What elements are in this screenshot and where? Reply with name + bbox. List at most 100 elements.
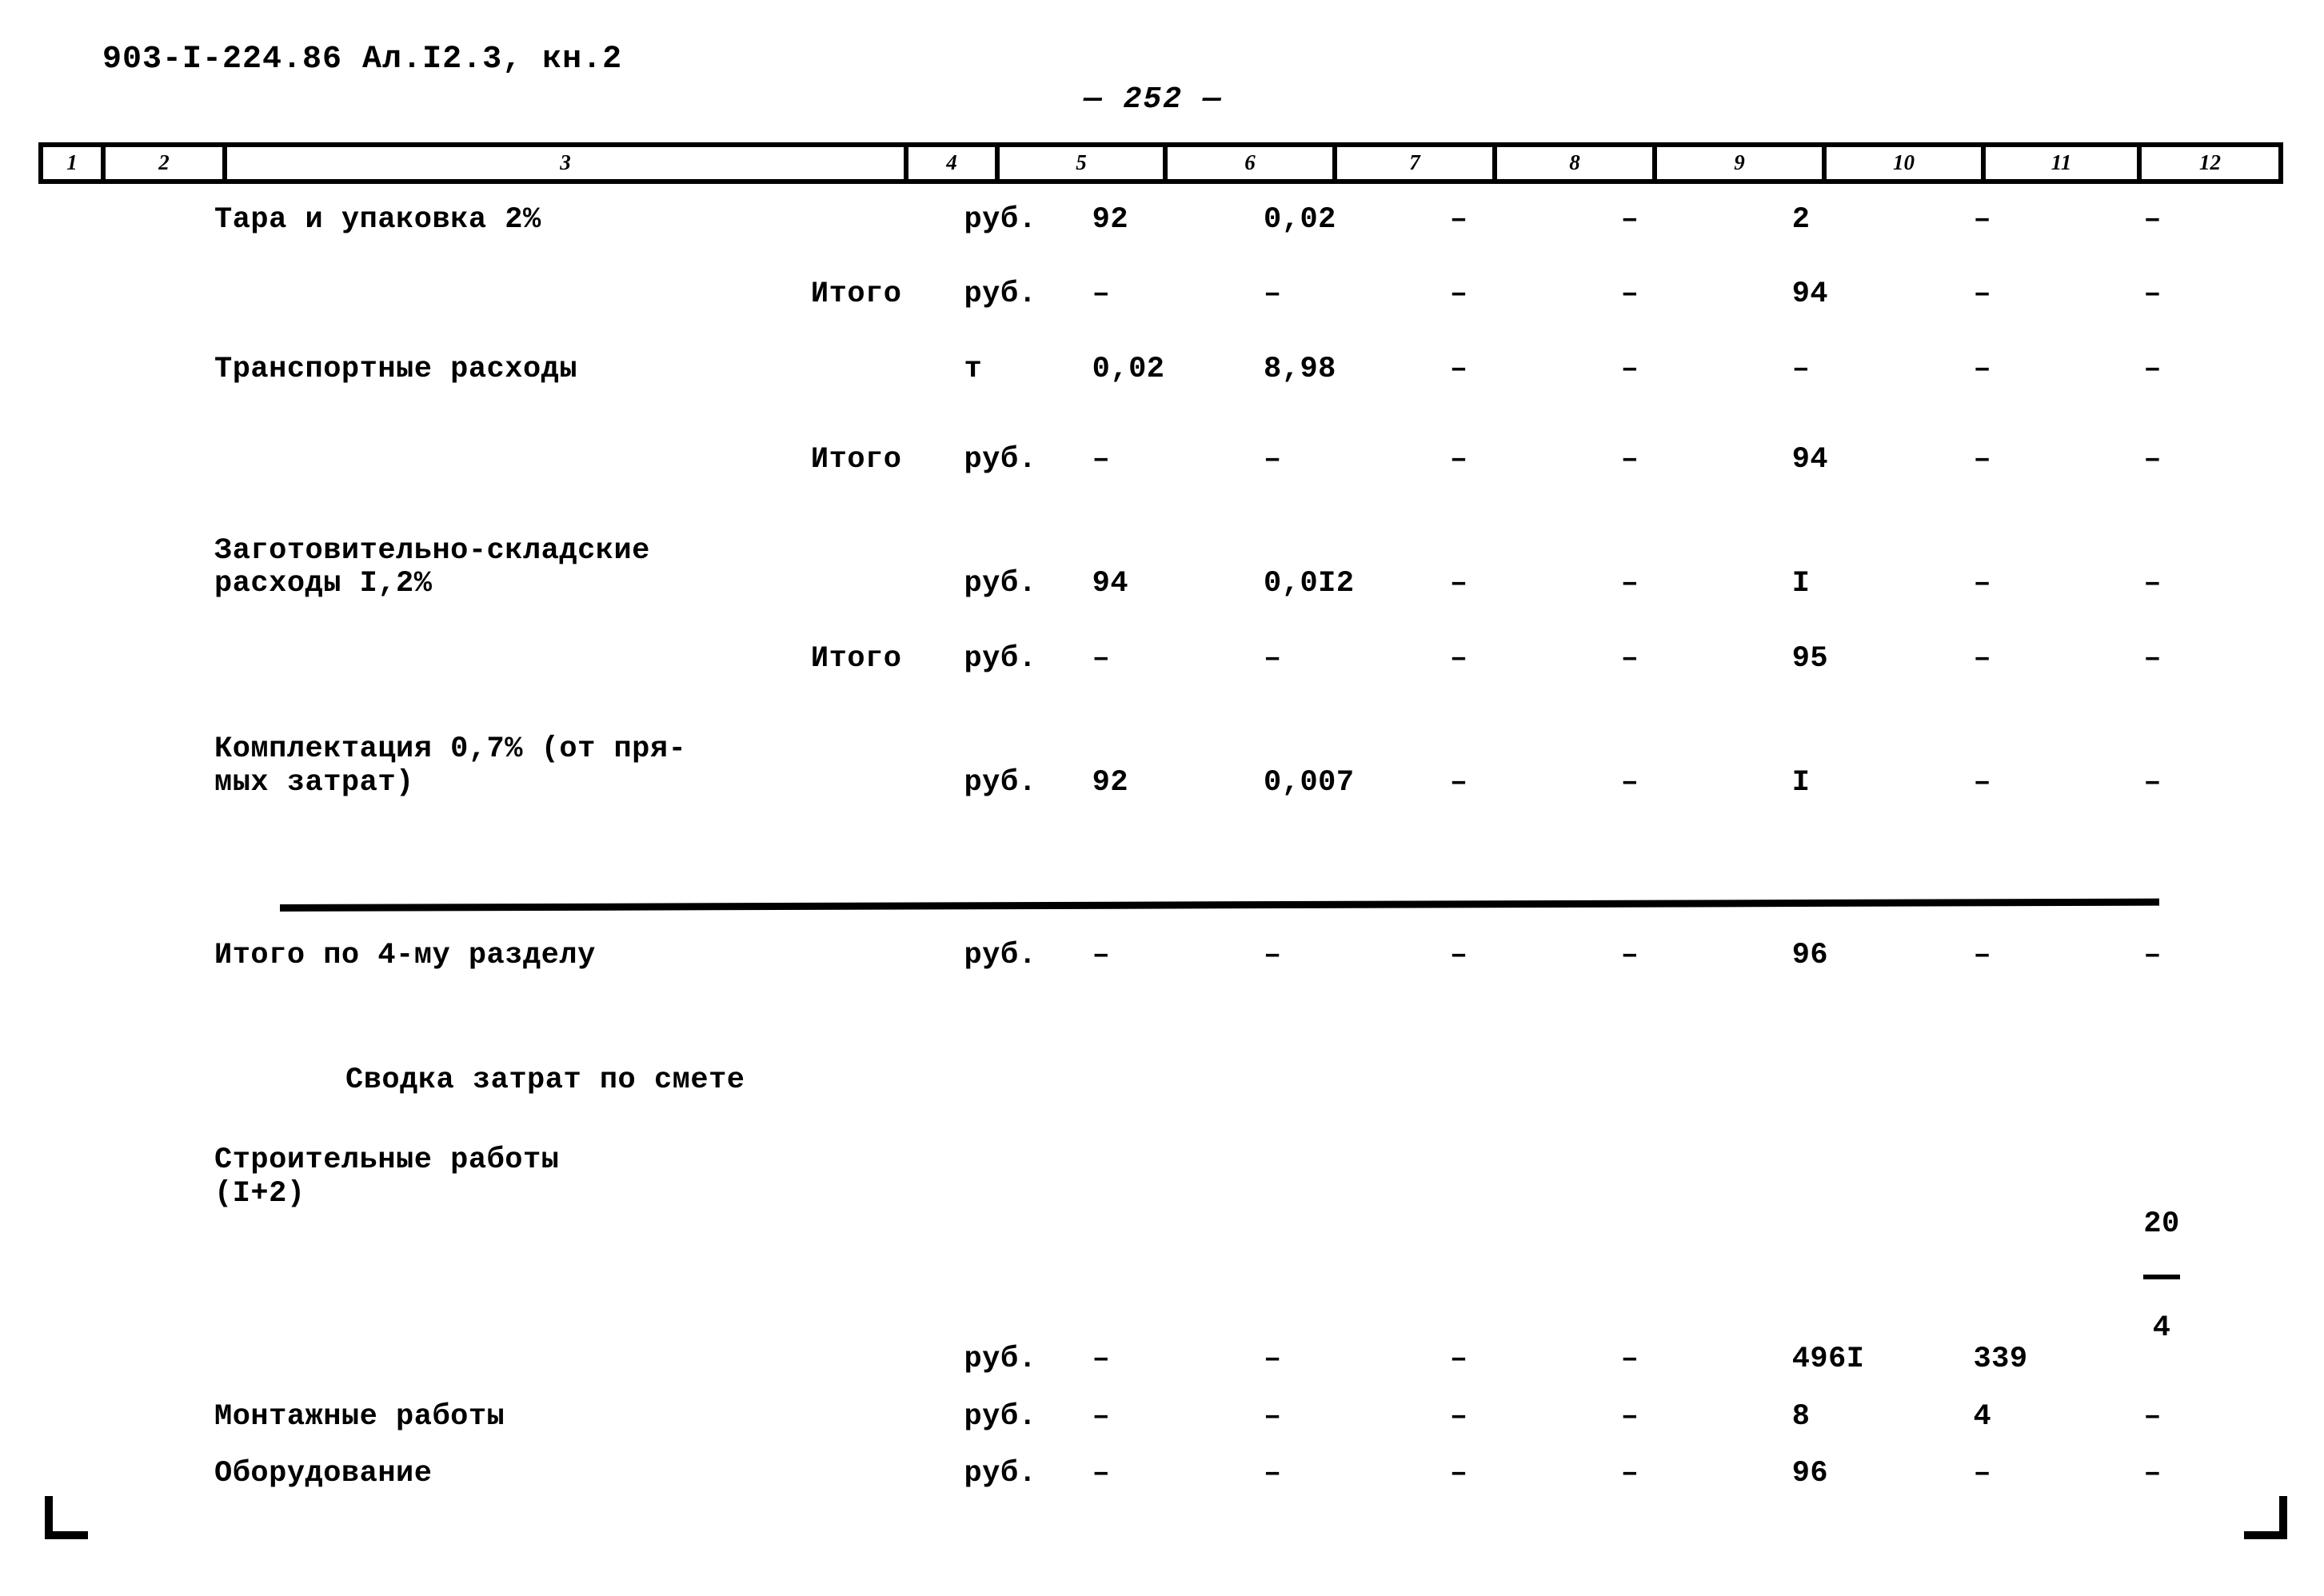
summary-row-col11: – xyxy=(2143,1399,2162,1434)
row-value-col5: 94 xyxy=(1092,567,1129,601)
row-value-col6: 0,007 xyxy=(1264,765,1355,800)
row-label: Итого xyxy=(810,277,902,312)
row-value-col9: 95 xyxy=(1791,641,1829,676)
table-row: Итого по 4-му разделу руб. – – – – 96 – … xyxy=(38,939,2283,972)
table-row: Комплектация 0,7% (от пря- мых затрат) р… xyxy=(38,676,2283,800)
row-value-col10: – xyxy=(1973,352,1992,386)
row-value-col5: 92 xyxy=(1092,203,1129,237)
row-value-col8: – xyxy=(1620,203,1639,237)
summary-row-col6: – xyxy=(1264,1399,1282,1434)
table-row: Заготовительно-складские расходы I,2% ру… xyxy=(38,477,2283,601)
column-header-2: 2 xyxy=(106,147,227,179)
column-header-11: 11 xyxy=(1986,147,2142,179)
row-value-col9: I xyxy=(1791,567,1811,601)
column-number-ruler: 1 2 3 4 5 6 7 8 9 10 11 12 xyxy=(38,142,2283,184)
column-header-12: 12 xyxy=(2199,150,2221,174)
row-label: Транспортные расходы xyxy=(214,352,578,386)
row-value-col10: – xyxy=(1973,443,1992,477)
section-total-label: Итого по 4-му разделу xyxy=(214,939,596,972)
table-row: Транспортные расходы т 0,02 8,98 – – – –… xyxy=(38,312,2283,386)
row-value-col9: – xyxy=(1791,352,1811,386)
row-value-col11: – xyxy=(2143,352,2162,386)
column-header-10: 10 xyxy=(1827,147,1986,179)
section-total-col11: – xyxy=(2143,939,2162,972)
table-row: Итого руб. – – – – 94 – – xyxy=(38,237,2283,312)
summary-row-col6: – xyxy=(1264,1343,1282,1377)
section-total-unit: руб. xyxy=(964,939,1037,972)
summary-row-col9: 8 xyxy=(1791,1399,1811,1434)
section-total-col8: – xyxy=(1620,939,1639,972)
row-value-col5: – xyxy=(1092,443,1111,477)
row-value-col8: – xyxy=(1620,352,1639,386)
section-total-col7: – xyxy=(1449,939,1468,972)
summary-row-col9: 96 xyxy=(1791,1456,1829,1490)
summary-row-col10: 4 xyxy=(1973,1399,1992,1434)
row-value-col10: – xyxy=(1973,765,1992,800)
summary-row-label: Монтажные работы xyxy=(214,1399,505,1434)
summary-row-label: Строительные работы (I+2) xyxy=(214,1143,560,1211)
crop-mark-bottom-right xyxy=(2244,1496,2287,1539)
fraction-value: 20 4 xyxy=(2143,1178,2180,1375)
table-row: Итого руб. – – – – 95 – – xyxy=(38,601,2283,676)
row-value-col6: 0,0I2 xyxy=(1264,567,1355,601)
row-unit: т xyxy=(964,352,983,386)
row-unit: руб. xyxy=(964,765,1037,800)
section-total-col10: – xyxy=(1973,939,1992,972)
table-row: Итого руб. – – – – 94 – – xyxy=(38,386,2283,477)
page-number: — 252 — xyxy=(1084,82,1223,117)
column-header-7: 7 xyxy=(1337,147,1497,179)
row-value-col6: 8,98 xyxy=(1264,352,1336,386)
row-value-col6: – xyxy=(1264,443,1282,477)
summary-row-col11: – xyxy=(2143,1456,2162,1490)
row-value-col7: – xyxy=(1449,352,1468,386)
row-value-col5: – xyxy=(1092,641,1111,676)
spacer-row xyxy=(38,972,2283,1144)
row-value-col7: – xyxy=(1449,203,1468,237)
table-row: Тара и упаковка 2% руб. 92 0,02 – – 2 – … xyxy=(38,203,2283,237)
row-value-col10: – xyxy=(1973,641,1992,676)
summary-row-col9: 496I xyxy=(1791,1343,1865,1377)
row-value-col8: – xyxy=(1620,443,1639,477)
row-value-col11: – xyxy=(2143,765,2162,800)
table-row: Монтажные работы руб. – – – – 8 4 – xyxy=(38,1377,2283,1434)
column-header-3: 3 xyxy=(227,147,908,179)
summary-row-col11: 20 4 xyxy=(2116,1144,2283,1376)
row-value-col7: – xyxy=(1449,641,1468,676)
row-value-col10: – xyxy=(1973,567,1992,601)
column-header-4: 4 xyxy=(908,147,1000,179)
row-label: Комплектация 0,7% (от пря- мых затрат) xyxy=(214,732,687,800)
row-value-col5: 0,02 xyxy=(1092,352,1165,386)
column-header-5: 5 xyxy=(1000,147,1168,179)
row-value-col6: 0,02 xyxy=(1264,203,1336,237)
row-value-col11: – xyxy=(2143,203,2162,237)
table-row: Строительные работы (I+2) руб. – – – – 4… xyxy=(38,1144,2283,1376)
row-label: Итого xyxy=(810,443,902,477)
summary-row-col8: – xyxy=(1620,1399,1639,1434)
summary-row-col7: – xyxy=(1449,1456,1468,1490)
row-label: Тара и упаковка 2% xyxy=(214,203,541,237)
fraction-denominator: 4 xyxy=(2152,1311,2171,1346)
summary-row-col7: – xyxy=(1449,1399,1468,1434)
row-value-col7: – xyxy=(1449,443,1468,477)
row-value-col10: – xyxy=(1973,277,1992,312)
row-value-col5: 92 xyxy=(1092,765,1129,800)
column-header-8: 8 xyxy=(1497,147,1657,179)
summary-row-label: Оборудование xyxy=(214,1456,433,1490)
summary-row-col5: – xyxy=(1092,1343,1111,1377)
row-label: Заготовительно-складские расходы I,2% xyxy=(214,533,650,601)
section-total-col5: – xyxy=(1092,939,1111,972)
summary-row-col8: – xyxy=(1620,1343,1639,1377)
row-value-col9: 94 xyxy=(1791,277,1829,312)
row-value-col9: I xyxy=(1791,765,1811,800)
row-value-col11: – xyxy=(2143,277,2162,312)
document-header-code: 903-I-224.86 Ал.I2.3, кн.2 xyxy=(102,42,623,78)
row-unit: руб. xyxy=(964,203,1037,237)
section-total-col9: 96 xyxy=(1791,939,1829,972)
column-header-6: 6 xyxy=(1168,147,1337,179)
row-value-col8: – xyxy=(1620,277,1639,312)
row-unit: руб. xyxy=(964,567,1037,601)
fraction-bar xyxy=(2143,1275,2180,1280)
summary-row-unit: руб. xyxy=(964,1456,1037,1490)
summary-row-col6: – xyxy=(1264,1456,1282,1490)
row-value-col9: 2 xyxy=(1791,203,1811,237)
